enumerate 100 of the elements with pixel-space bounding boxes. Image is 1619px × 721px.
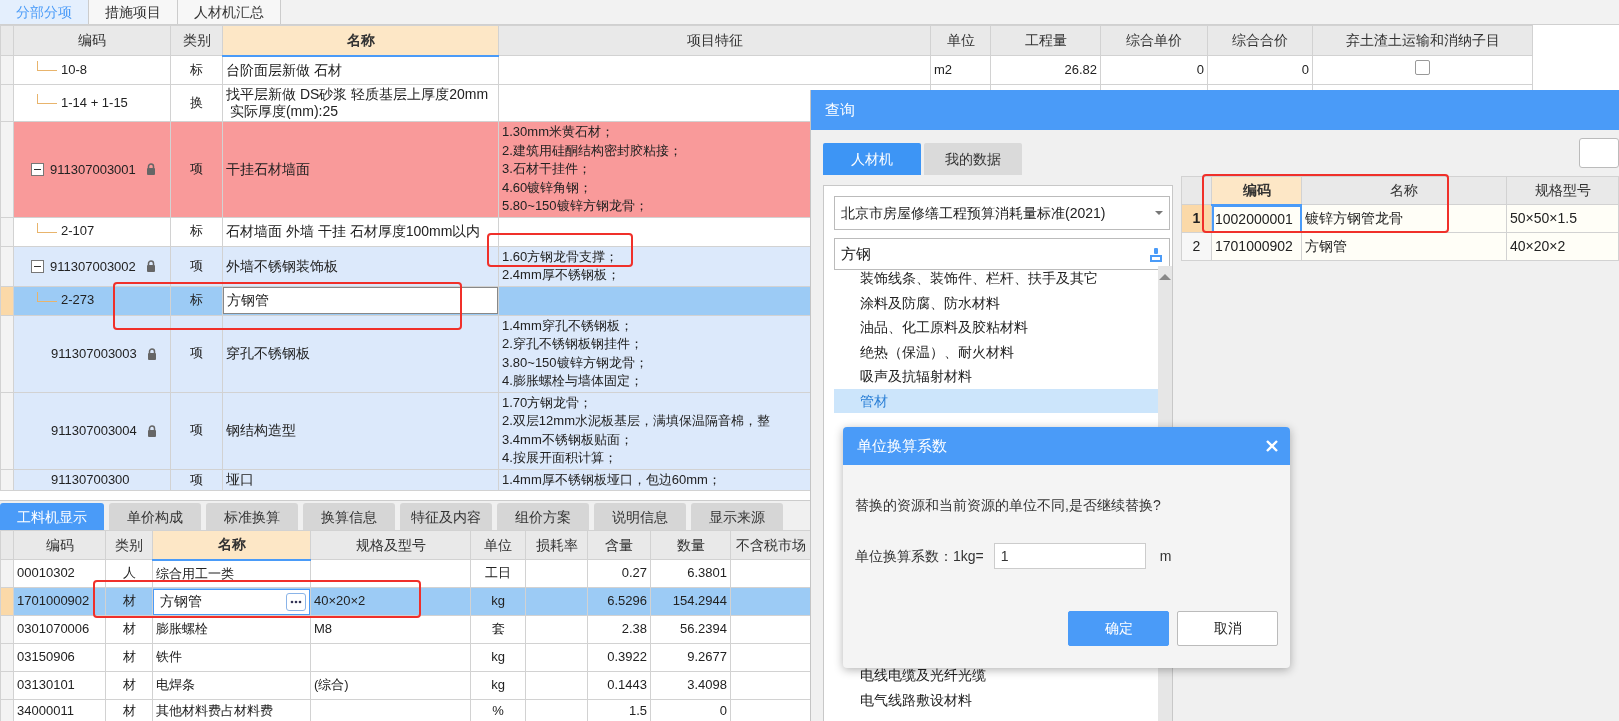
column-header[interactable]: 损耗率 <box>525 530 588 560</box>
row-header[interactable] <box>0 84 14 122</box>
category-item[interactable]: 吸声及抗辐射材料 <box>834 364 1158 389</box>
column-header[interactable]: 单位 <box>470 530 526 560</box>
close-icon[interactable] <box>1266 440 1278 452</box>
table-cell: 0.3922 <box>587 643 651 672</box>
table-cell: 套 <box>470 615 526 644</box>
category-item[interactable]: 绝热（保温）、耐火材料 <box>834 339 1158 364</box>
toolbar-button[interactable] <box>1579 138 1619 168</box>
name-input[interactable]: 方钢管 <box>153 588 310 615</box>
row-header[interactable] <box>0 671 14 700</box>
tab[interactable]: 特征及内容 <box>400 503 492 530</box>
table-row[interactable]: 2 1701000902 方钢管 40×20×2 <box>1181 232 1619 261</box>
search-field[interactable]: 方钢 <box>834 238 1170 270</box>
ellipsis-button[interactable] <box>286 592 306 611</box>
column-header[interactable]: 综合单价 <box>1100 25 1208 56</box>
tab[interactable]: 换算信息 <box>303 503 395 530</box>
table-cell: 03130101 <box>13 671 106 700</box>
column-header[interactable]: 规格型号 <box>1506 176 1619 205</box>
column-header[interactable]: 规格及型号 <box>310 530 471 560</box>
feature-line: 4.按展开面积计算； <box>502 449 617 467</box>
table-cell: 56.2394 <box>650 615 731 644</box>
tab[interactable]: 说明信息 <box>594 503 686 530</box>
column-header[interactable]: 编码 <box>13 530 106 560</box>
table-cell: 膨胀螺栓 <box>152 615 311 644</box>
row-header[interactable] <box>0 315 14 392</box>
table-cell: 外墙不锈钢装饰板 <box>222 246 499 286</box>
category-item[interactable]: 电气线路敷设材料 <box>834 687 1158 712</box>
tab[interactable]: 显示来源 <box>691 503 783 530</box>
table-cell: 0 <box>1207 55 1313 85</box>
feature-line: 4.膨胀螺栓与墙体固定； <box>502 372 643 390</box>
table-cell: 03150906 <box>13 643 106 672</box>
column-header[interactable]: 类别 <box>105 530 153 560</box>
category-item[interactable]: 油品、化工原料及胶粘材料 <box>834 315 1158 340</box>
table-row[interactable]: 1 1002000001 镀锌方钢管龙骨 50×50×1.5 <box>1181 204 1619 233</box>
table-cell: 1002000001 <box>1211 204 1302 233</box>
table-row[interactable]: 00010302 人 综合用工一类 工日 0.27 6.3801 <box>0 559 811 588</box>
table-cell: 换 <box>170 84 223 122</box>
tree-code: 2-107 <box>61 222 95 241</box>
tree-code: 911307003001 <box>50 160 137 178</box>
row-header[interactable] <box>0 121 14 217</box>
table-cell: 项 <box>170 121 223 217</box>
collapse-icon[interactable] <box>31 259 44 273</box>
tab[interactable]: 人材机汇总 <box>178 0 281 24</box>
feature-line: 2.穿孔不锈钢板钢挂件； <box>502 335 643 353</box>
tab[interactable]: 标准换算 <box>206 503 298 530</box>
tab[interactable]: 组价方案 <box>497 503 589 530</box>
table-cell: M8 <box>310 615 471 644</box>
table-cell: 0 <box>1100 55 1208 85</box>
table-row[interactable]: 0301070006 材 膨胀螺栓 M8 套 2.38 56.2394 <box>0 615 811 644</box>
table-row[interactable]: 1701000902 材 方钢管 40×20×2 kg 6.5296 154.2944 <box>0 587 811 616</box>
column-header[interactable]: 编码 <box>13 25 171 56</box>
table-cell: 1701000902 <box>1211 232 1302 261</box>
row-header[interactable] <box>0 246 14 286</box>
column-header[interactable]: 综合合价 <box>1207 25 1313 56</box>
library-dropdown[interactable]: 北京市房屋修缮工程预算消耗量标准(2021) <box>834 196 1170 230</box>
table-row[interactable]: 10-8 标 台阶面层新做 石材 m2 26.82 0 0 <box>0 55 1533 85</box>
feature-line: 2.4mm厚不锈钢板； <box>502 266 620 284</box>
row-header[interactable] <box>0 699 14 721</box>
table-row[interactable]: 03150906 材 铁件 kg 0.3922 9.2677 <box>0 643 811 672</box>
table-cell: 材 <box>105 671 153 700</box>
row-header[interactable] <box>0 587 14 616</box>
table-row[interactable]: 34000011 材 其他材料费占材料费 % 1.5 0 <box>0 699 811 721</box>
input-field[interactable]: 1 <box>993 543 1146 569</box>
row-header[interactable] <box>0 559 14 588</box>
table-cell: 干挂石材墙面 <box>222 121 499 217</box>
tab[interactable]: 措施项目 <box>89 0 178 24</box>
row-header[interactable] <box>0 392 14 469</box>
column-header[interactable]: 不含税市场 <box>730 530 811 560</box>
tab[interactable]: 单价构成 <box>109 503 201 530</box>
column-header[interactable]: 类别 <box>170 25 223 56</box>
column-header[interactable]: 项目特征 <box>498 25 931 56</box>
feature-line: 5.80~150镀锌方钢龙骨； <box>502 197 648 215</box>
row-header[interactable] <box>0 469 14 491</box>
table-cell: 标 <box>170 55 223 85</box>
column-header[interactable]: 编码 <box>1211 176 1302 205</box>
table-cell: 工日 <box>470 559 526 588</box>
column-header[interactable]: 含量 <box>587 530 651 560</box>
category-item[interactable]: 涂料及防腐、防水材料 <box>834 290 1158 315</box>
collapse-icon[interactable] <box>31 162 44 176</box>
name-input[interactable]: 方钢管 <box>223 287 498 314</box>
column-header[interactable]: 弃土渣土运输和消纳子目 <box>1312 25 1533 56</box>
row-header[interactable] <box>0 615 14 644</box>
checkbox[interactable] <box>1415 59 1430 75</box>
row-header[interactable] <box>0 55 14 85</box>
row-header[interactable] <box>0 643 14 672</box>
column-header[interactable]: 单位 <box>930 25 991 56</box>
column-header[interactable]: 名称 <box>222 25 499 56</box>
column-header[interactable]: 工程量 <box>990 25 1101 56</box>
row-header[interactable] <box>0 286 14 315</box>
tab[interactable]: 我的数据 <box>924 143 1022 175</box>
table-cell: 材 <box>105 643 153 672</box>
cancel-button[interactable]: 取消 <box>1177 611 1278 646</box>
column-header[interactable]: 名称 <box>152 530 311 560</box>
table-row[interactable]: 03130101 材 电焊条 (综合) kg 0.1443 3.4098 <box>0 671 811 700</box>
column-header[interactable]: 数量 <box>650 530 731 560</box>
row-header[interactable] <box>0 217 14 246</box>
table-cell: 镀锌方钢管龙骨 <box>1301 204 1507 233</box>
column-header[interactable]: 名称 <box>1301 176 1507 205</box>
feature-line: 2.建筑用硅酮结构密封胶粘接； <box>502 141 682 160</box>
